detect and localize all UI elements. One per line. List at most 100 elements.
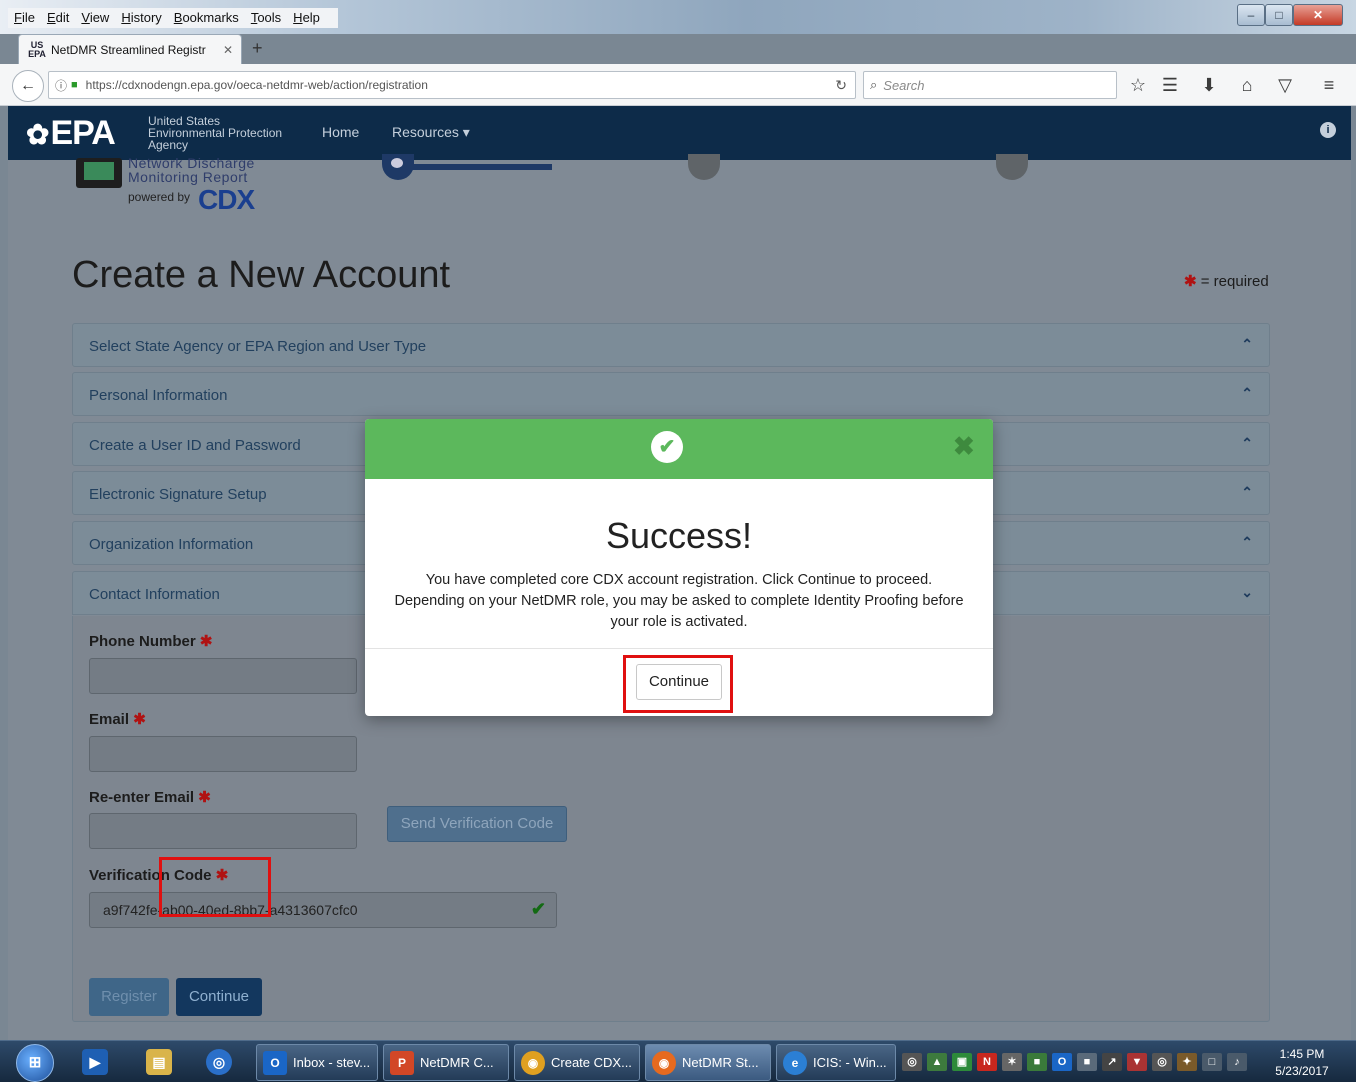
tray-icon[interactable]: ◎: [902, 1053, 922, 1071]
page-title: Create a New Account: [72, 254, 451, 296]
phone-input[interactable]: [89, 658, 357, 694]
url-text: https://cdxnodengn.epa.gov/oeca-netdmr-w…: [85, 78, 428, 92]
download-icon[interactable]: ⬇: [1196, 74, 1222, 96]
menu-file[interactable]: File: [14, 8, 35, 28]
close-window-button[interactable]: ✕: [1293, 4, 1343, 26]
agency-name: United States Environmental Protection A…: [148, 114, 283, 152]
check-circle-icon: ✔: [651, 431, 683, 463]
info-icon[interactable]: ⓘ: [55, 77, 67, 94]
taskbar-ie[interactable]: e ICIS: - Win...: [776, 1044, 896, 1081]
reload-icon[interactable]: ↻: [835, 77, 847, 94]
home-icon[interactable]: ⌂: [1234, 74, 1260, 96]
windows-taskbar: ⊞ ▶ ▤ ◎ O Inbox - stev... P NetDMR C... ◉ C…: [0, 1040, 1356, 1082]
modal-header: ✔ ✖: [365, 419, 993, 479]
media-player-icon[interactable]: ▶: [82, 1049, 108, 1075]
menu-edit[interactable]: Edit: [47, 8, 69, 28]
panel-state-agency[interactable]: Select State Agency or EPA Region and Us…: [72, 323, 1270, 367]
reading-list-icon[interactable]: ☰: [1157, 74, 1183, 96]
maximize-button[interactable]: □: [1265, 4, 1293, 26]
bookmark-star-icon[interactable]: ☆: [1125, 74, 1151, 96]
menu-items: File Edit View History Bookmarks Tools H…: [8, 8, 338, 28]
chevron-up-icon: ⌃: [1241, 385, 1253, 401]
tray-icon[interactable]: ◎: [1152, 1053, 1172, 1071]
tray-icon[interactable]: ▼: [1127, 1053, 1147, 1071]
chevron-up-icon: ⌃: [1241, 484, 1253, 500]
phone-label: Phone Number ✱: [89, 633, 213, 650]
continue-button[interactable]: Continue: [176, 978, 262, 1016]
hamburger-menu-icon[interactable]: ≡: [1316, 74, 1342, 96]
url-bar[interactable]: ⓘ ■ https://cdxnodengn.epa.gov/oeca-netd…: [48, 71, 856, 99]
volume-icon[interactable]: ♪: [1227, 1053, 1247, 1071]
lock-icon: ■: [71, 79, 78, 91]
internet-explorer-icon: e: [783, 1050, 807, 1075]
netdmr-logo: Network Discharge Monitoring Report powe…: [76, 156, 276, 220]
tray-icon[interactable]: ▲: [927, 1053, 947, 1071]
chevron-down-icon: ⌄: [1241, 584, 1253, 600]
pocket-icon[interactable]: ▽: [1272, 74, 1298, 96]
info-icon[interactable]: i: [1320, 122, 1336, 138]
minimize-button[interactable]: ‒: [1237, 4, 1265, 26]
powerpoint-icon: P: [390, 1050, 414, 1075]
search-input[interactable]: ⌕ Search: [863, 71, 1117, 99]
menu-view[interactable]: View: [81, 8, 109, 28]
reenter-email-label: Re-enter Email ✱: [89, 789, 211, 806]
email-label: Email ✱: [89, 711, 146, 728]
tray-icon[interactable]: N: [977, 1053, 997, 1071]
back-button[interactable]: ←: [12, 70, 44, 102]
start-button[interactable]: ⊞: [16, 1044, 54, 1082]
progress-step-3: [996, 154, 1028, 180]
globe-icon[interactable]: ◎: [206, 1049, 232, 1075]
tray-icon[interactable]: ■: [1027, 1053, 1047, 1071]
registration-progress: [382, 154, 1042, 184]
reenter-email-input[interactable]: [89, 813, 357, 849]
system-tray: ◎ ▲ ▣ N ✶ ■ O ■ ↗ ▼ ◎ ✦ □ ♪: [902, 1047, 1262, 1077]
chrome-icon: ◉: [521, 1050, 545, 1075]
tablet-icon: [76, 158, 122, 188]
taskbar-powerpoint[interactable]: P NetDMR C...: [383, 1044, 509, 1081]
tray-icon[interactable]: O: [1052, 1053, 1072, 1071]
modal-divider: [365, 648, 993, 649]
menu-history[interactable]: History: [121, 8, 161, 28]
email-input[interactable]: [89, 736, 357, 772]
chevron-up-icon: ⌃: [1241, 435, 1253, 451]
menu-bar: File Edit View History Bookmarks Tools H…: [0, 0, 1356, 34]
close-tab-icon[interactable]: ✕: [223, 43, 233, 57]
epa-flower-icon: ✿: [26, 119, 49, 150]
epa-favicon-icon: US EPA: [28, 39, 46, 59]
clock[interactable]: 1:45 PM 5/23/2017: [1262, 1046, 1342, 1080]
panel-personal-info[interactable]: Personal Information ⌃: [72, 372, 1270, 416]
taskbar-outlook[interactable]: O Inbox - stev...: [256, 1044, 378, 1081]
close-icon[interactable]: ✖: [953, 431, 975, 461]
tray-icon[interactable]: ↗: [1102, 1053, 1122, 1071]
powered-by: powered by: [128, 190, 191, 204]
search-icon: ⌕: [870, 77, 878, 92]
firefox-icon: ◉: [652, 1050, 676, 1075]
network-icon[interactable]: □: [1202, 1053, 1222, 1071]
taskbar-chrome[interactable]: ◉ Create CDX...: [514, 1044, 640, 1081]
taskbar-firefox[interactable]: ◉ NetDMR St...: [645, 1044, 771, 1081]
highlight-box: [623, 655, 733, 713]
modal-title: Success!: [605, 515, 753, 556]
nav-resources-dropdown[interactable]: Resources ▾: [392, 124, 470, 141]
tray-icon[interactable]: ✶: [1002, 1053, 1022, 1071]
cdx-logo: CDX: [198, 184, 255, 215]
new-tab-button[interactable]: +: [252, 38, 263, 59]
send-verification-code-button[interactable]: Send Verification Code: [387, 806, 567, 842]
browser-tab[interactable]: US EPA NetDMR Streamlined Registr ✕: [18, 34, 242, 64]
highlight-box: [159, 857, 271, 917]
nav-home-link[interactable]: Home: [322, 124, 359, 140]
tray-icon[interactable]: ■: [1077, 1053, 1097, 1071]
search-placeholder: Search: [883, 77, 925, 93]
progress-track: [392, 164, 552, 170]
menu-help[interactable]: Help: [293, 8, 320, 28]
tray-icon[interactable]: ✦: [1177, 1053, 1197, 1071]
file-explorer-icon[interactable]: ▤: [146, 1049, 172, 1075]
menu-bookmarks[interactable]: Bookmarks: [174, 8, 239, 28]
tray-icon[interactable]: ▣: [952, 1053, 972, 1071]
chevron-up-icon: ⌃: [1241, 534, 1253, 550]
register-button[interactable]: Register: [89, 978, 169, 1016]
menu-tools[interactable]: Tools: [251, 8, 281, 28]
epa-logo[interactable]: ✿EPA: [26, 114, 116, 154]
required-legend: ✱ = required: [1184, 273, 1269, 290]
navigation-toolbar: ← ⓘ ■ https://cdxnodengn.epa.gov/oeca-ne…: [0, 64, 1356, 106]
